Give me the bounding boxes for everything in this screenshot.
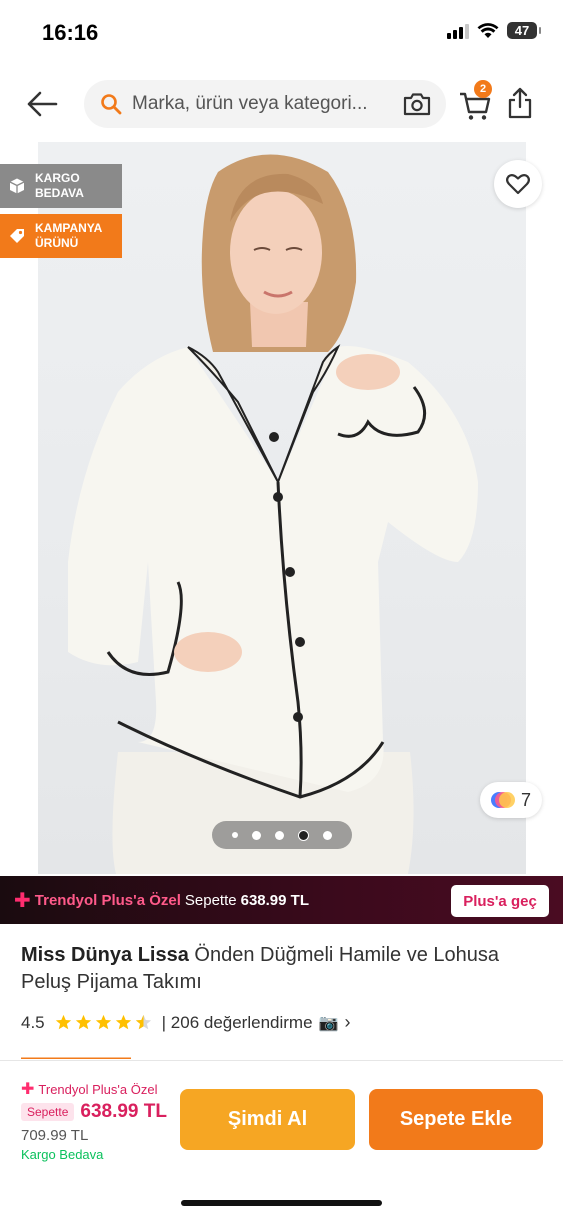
- campaign-badge: KAMPANYA ÜRÜNÜ: [0, 214, 122, 258]
- battery-icon: 47: [507, 22, 541, 39]
- partial-promo-strip: [21, 1054, 131, 1059]
- rating-row[interactable]: 4.5 | 206 değerlendirme 📷 ›: [21, 1012, 350, 1033]
- sepette-tag: Sepette: [21, 1103, 75, 1121]
- image-pager[interactable]: [212, 821, 352, 849]
- free-shipping-label: KARGO BEDAVA: [35, 171, 84, 200]
- chevron-right-icon: ›: [344, 1012, 351, 1032]
- status-icons: 47: [447, 22, 541, 39]
- header: Marka, ürün veya kategori... 2: [0, 72, 563, 136]
- half-star-icon: [135, 1014, 151, 1030]
- heart-icon: [506, 174, 530, 195]
- star-icon: [55, 1014, 71, 1030]
- add-to-cart-button[interactable]: Sepete Ekle: [369, 1089, 543, 1150]
- color-count: 7: [520, 789, 531, 810]
- sepette-price: 638.99 TL: [80, 1101, 167, 1122]
- product-brand[interactable]: Miss Dünya Lissa: [21, 944, 189, 966]
- status-time: 16:16: [42, 20, 99, 45]
- pager-dot-active[interactable]: [298, 829, 309, 841]
- bottom-plus-label: ✚ Trendyol Plus'a Özel: [21, 1079, 157, 1099]
- pager-dot[interactable]: [275, 830, 284, 840]
- star-icon: [115, 1014, 131, 1030]
- star-icon: [75, 1014, 91, 1030]
- old-price: 709.99 TL: [21, 1127, 89, 1144]
- pager-dot[interactable]: [323, 830, 332, 840]
- plus-banner: ✚ Trendyol Plus'a Özel Sepette 638.99 TL…: [0, 876, 563, 924]
- status-bar: 16:16 47: [0, 0, 563, 68]
- color-variants-button[interactable]: 7: [480, 782, 542, 818]
- partially-hidden-row: [21, 1050, 281, 1059]
- bottom-plus-text: Trendyol Plus'a Özel: [38, 1081, 158, 1097]
- search-icon: [101, 94, 122, 115]
- camera-search-icon[interactable]: [402, 91, 432, 117]
- basket-price-row: Sepette 638.99 TL: [21, 1101, 167, 1123]
- search-input[interactable]: Marka, ürün veya kategori...: [84, 80, 446, 128]
- plus-sub: Sepette: [184, 891, 237, 909]
- free-shipping-badge: KARGO BEDAVA: [0, 164, 122, 208]
- home-indicator[interactable]: [181, 1200, 382, 1206]
- pager-dot[interactable]: [252, 830, 261, 840]
- plus-price: 638.99 TL: [240, 891, 309, 909]
- product-title: Miss Dünya Lissa Önden Düğmeli Hamile ve…: [21, 942, 541, 996]
- tag-icon: [10, 229, 24, 243]
- cart-count-badge: 2: [474, 80, 492, 98]
- pager-dot[interactable]: [232, 832, 238, 838]
- plus-icon: ✚: [14, 889, 31, 912]
- bottom-action-bar: ✚ Trendyol Plus'a Özel Sepette 638.99 TL…: [0, 1060, 563, 1218]
- rating-value: 4.5: [21, 1012, 45, 1032]
- search-placeholder: Marka, ürün veya kategori...: [132, 93, 368, 114]
- camera-icon: 📷: [318, 1014, 339, 1032]
- share-icon[interactable]: [506, 86, 534, 120]
- color-variants-icon: [490, 792, 515, 808]
- free-shipping-text: Kargo Bedava: [21, 1147, 104, 1162]
- favorite-button[interactable]: [494, 160, 542, 208]
- box-icon: [9, 178, 25, 194]
- star-icon: [95, 1014, 111, 1030]
- review-count[interactable]: | 206 değerlendirme: [162, 1013, 313, 1033]
- back-arrow-icon[interactable]: [24, 88, 60, 120]
- plus-icon: ✚: [21, 1081, 35, 1098]
- rating-stars: [55, 1014, 152, 1031]
- cart-button[interactable]: 2: [458, 80, 492, 122]
- plus-join-button[interactable]: Plus'a geç: [451, 885, 549, 917]
- campaign-label: KAMPANYA ÜRÜNÜ: [35, 221, 102, 250]
- plus-title: Trendyol Plus'a Özel: [34, 891, 181, 909]
- wifi-icon: [477, 22, 499, 38]
- buy-now-button[interactable]: Şimdi Al: [180, 1089, 355, 1150]
- signal-icon: [447, 23, 469, 39]
